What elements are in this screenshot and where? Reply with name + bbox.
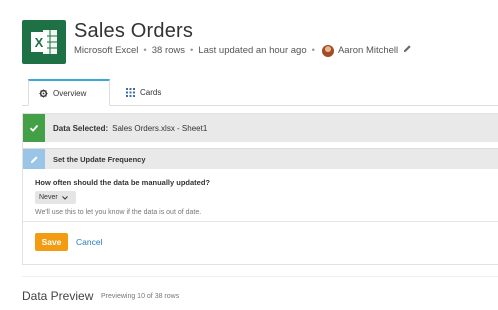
step-data-selected[interactable]: Data Selected: Sales Orders.xlsx - Sheet…: [23, 114, 498, 142]
divider: [23, 221, 498, 222]
gear-icon: [39, 88, 48, 98]
svg-text:X: X: [35, 35, 44, 50]
step-update-frequency: Set the Update Frequency: [23, 148, 498, 169]
divider: [22, 276, 498, 277]
last-updated: Last updated an hour ago: [198, 45, 307, 56]
data-preview-title: Data Preview: [22, 289, 94, 303]
frequency-selected-value: Never: [39, 194, 58, 201]
cancel-button[interactable]: Cancel: [76, 237, 102, 247]
page-header: X Sales Orders Microsoft Excel • 38 rows…: [0, 0, 498, 80]
page-title: Sales Orders: [74, 20, 194, 42]
pencil-icon: [23, 149, 45, 169]
separator: •: [143, 45, 147, 56]
app-name: Microsoft Excel: [74, 45, 139, 56]
owner-name[interactable]: Aaron Mitchell: [338, 44, 398, 58]
separator: •: [190, 45, 194, 56]
pencil-icon[interactable]: [403, 44, 412, 58]
tab-cards-label: Cards: [140, 87, 162, 97]
tab-overview[interactable]: Overview: [28, 79, 110, 106]
save-button[interactable]: Save: [35, 233, 68, 251]
excel-icon: X: [22, 20, 66, 64]
tab-bar: Overview Cards: [22, 79, 498, 106]
row-count: 38 rows: [151, 45, 185, 56]
tab-overview-label: Overview: [53, 88, 87, 98]
frequency-question: How often should the data be manually up…: [35, 178, 211, 187]
step-label: Data Selected:: [53, 123, 109, 133]
file-meta: Microsoft Excel • 38 rows • Last updated…: [74, 44, 412, 58]
avatar: [321, 45, 334, 57]
setup-panel: Data Selected: Sales Orders.xlsx - Sheet…: [22, 113, 498, 265]
check-icon: [23, 114, 45, 142]
frequency-hint: We'll use this to let you know if the da…: [35, 209, 202, 216]
chevron-down-icon: [61, 195, 68, 200]
step-label: Set the Update Frequency: [53, 154, 146, 164]
separator: •: [311, 45, 315, 56]
frequency-select[interactable]: Never: [35, 191, 76, 204]
grid-icon: [126, 87, 135, 97]
tab-cards[interactable]: Cards: [112, 79, 172, 105]
data-preview-subtitle: Previewing 10 of 38 rows: [101, 293, 180, 300]
selected-file: Sales Orders.xlsx - Sheet1: [112, 123, 208, 133]
